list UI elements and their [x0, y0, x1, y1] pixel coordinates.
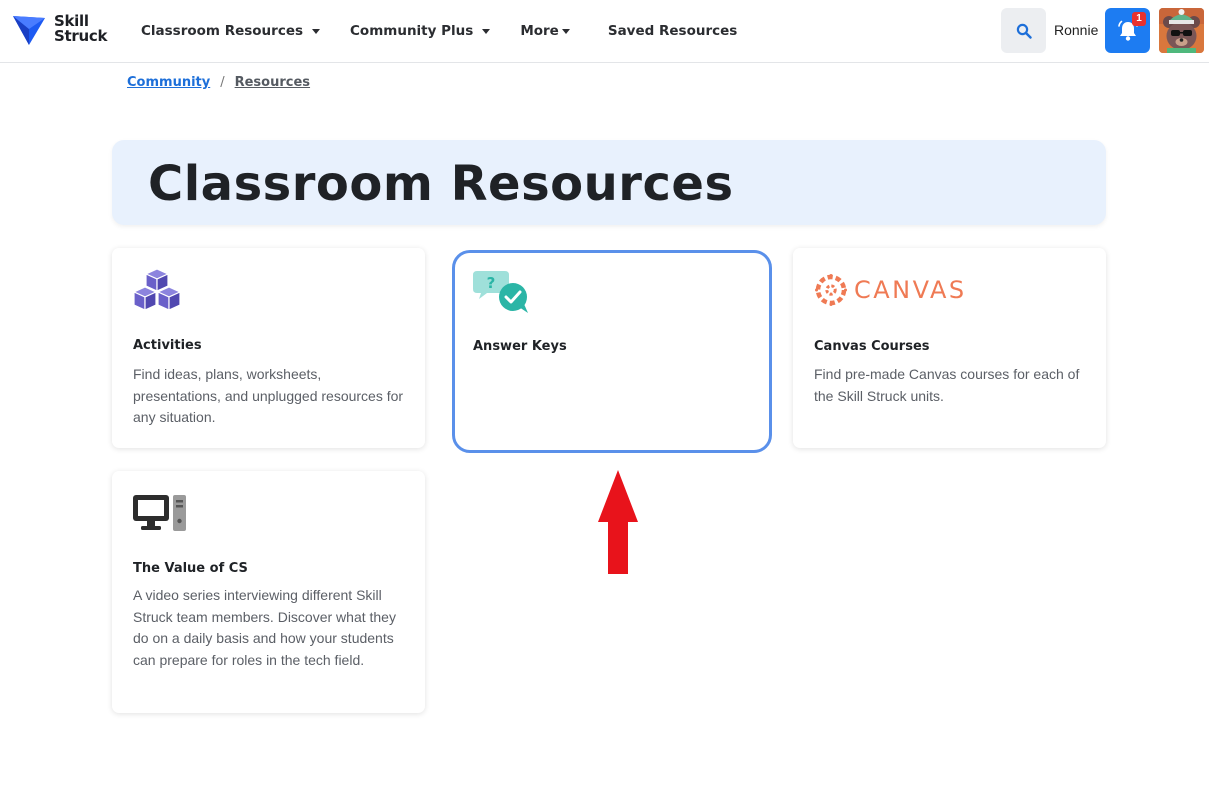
skill-struck-logo[interactable]: Skill Struck: [12, 12, 107, 46]
card-title: Canvas Courses: [814, 339, 930, 354]
notification-badge: 1: [1132, 12, 1146, 26]
card-title: Activities: [133, 338, 202, 353]
card-title: Answer Keys: [473, 339, 567, 354]
canvas-logo-text: CANVAS: [854, 276, 967, 304]
resource-card-canvas-courses[interactable]: CANVAS Canvas Courses Find pre-made Canv…: [793, 248, 1106, 448]
chat-bubbles-check-icon: ?: [473, 271, 528, 313]
nav-more[interactable]: More: [520, 23, 570, 39]
search-button[interactable]: [1001, 8, 1046, 53]
resource-card-answer-keys[interactable]: ? Answer Keys: [452, 250, 772, 453]
breadcrumb-community-link[interactable]: Community: [127, 75, 210, 90]
cubes-icon: [132, 268, 182, 311]
page-title: Classroom Resources: [148, 156, 734, 212]
top-navigation-bar: Skill Struck Classroom Resources Communi…: [0, 0, 1209, 63]
notifications-button[interactable]: 1: [1105, 8, 1150, 53]
nav-label: Classroom Resources: [141, 23, 304, 39]
card-title: The Value of CS: [133, 561, 248, 576]
main-nav: Classroom Resources Community Plus More …: [141, 0, 767, 62]
caret-down-icon: [561, 28, 570, 34]
nav-saved-resources[interactable]: Saved Resources: [608, 23, 737, 39]
resource-card-value-of-cs[interactable]: The Value of CS A video series interview…: [112, 471, 425, 713]
red-arrow-annotation-icon: [598, 470, 638, 574]
logo-wordmark: Skill Struck: [54, 12, 108, 45]
nav-community-plus[interactable]: Community Plus: [350, 23, 491, 39]
card-description: Find pre-made Canvas courses for each of…: [814, 366, 1080, 404]
logo-icon: [13, 16, 45, 45]
breadcrumb-resources-link[interactable]: Resources: [235, 75, 310, 90]
resource-card-activities[interactable]: Activities Find ideas, plans, worksheets…: [112, 248, 425, 448]
page-header-banner: Classroom Resources: [112, 140, 1106, 225]
breadcrumb: Community / Resources: [127, 75, 310, 90]
nav-label: Saved Resources: [607, 23, 738, 39]
user-avatar[interactable]: [1159, 8, 1204, 53]
desktop-computer-icon: [133, 495, 186, 531]
card-description: Find ideas, plans, worksheets, presentat…: [133, 366, 404, 426]
caret-down-icon: [482, 28, 491, 34]
nav-label: More: [520, 23, 559, 39]
card-description: A video series interviewing different Sk…: [133, 587, 396, 669]
nav-classroom-resources[interactable]: Classroom Resources: [141, 23, 321, 39]
svg-text:?: ?: [487, 274, 496, 292]
nav-label: Community Plus: [350, 23, 474, 39]
user-name[interactable]: Ronnie: [1054, 22, 1098, 38]
caret-down-icon: [312, 28, 321, 34]
search-icon: [1016, 23, 1032, 39]
breadcrumb-separator: /: [220, 75, 225, 90]
bear-avatar-icon: [1159, 8, 1204, 53]
canvas-logo-icon: [815, 274, 847, 306]
